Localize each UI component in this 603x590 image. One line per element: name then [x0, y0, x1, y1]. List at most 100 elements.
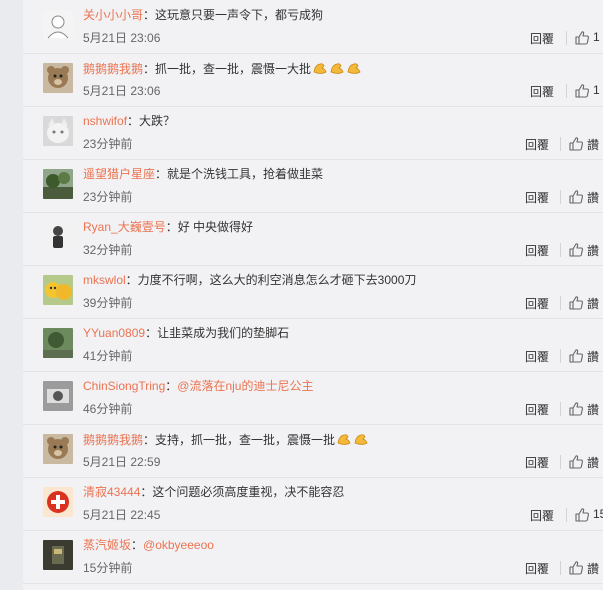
- comment-content: Ryan_大巍壹号：好 中央做得好: [83, 219, 253, 236]
- user-avatar[interactable]: [43, 434, 73, 464]
- comment-time: 15分钟前: [83, 561, 133, 575]
- comment-content: YYuan0809：让韭菜成为我们的垫脚石: [83, 325, 289, 342]
- thumbs-up-icon[interactable]: [568, 189, 584, 205]
- user-avatar[interactable]: [43, 169, 73, 199]
- like-count[interactable]: 讚: [587, 295, 599, 312]
- comment-item: 遥望猎户星座：就是个洗钱工具，抢着做韭菜 23分钟前 回覆 讚: [23, 159, 603, 213]
- user-avatar[interactable]: [43, 328, 73, 358]
- username-link[interactable]: 蒸汽姬坂: [83, 538, 131, 552]
- like-count[interactable]: 讚: [587, 189, 599, 206]
- reply-button[interactable]: 回覆: [530, 83, 554, 100]
- user-avatar[interactable]: [43, 540, 73, 570]
- comment-item: nshwifof：大跌？ 23分钟前 回覆 讚: [23, 106, 603, 160]
- comment-text: ：支持，抓一批，查一批，震慑一批: [143, 433, 336, 447]
- reply-button[interactable]: 回覆: [525, 401, 549, 418]
- mention-link[interactable]: @okbyeeeoo: [143, 538, 214, 552]
- username-link[interactable]: mkswlol: [83, 273, 126, 287]
- comment-time: 5月21日 23:06: [83, 84, 161, 98]
- like-count[interactable]: 讚: [587, 136, 599, 153]
- flexed-biceps-emoji-icon: [352, 433, 369, 447]
- thumbs-up-icon[interactable]: [568, 401, 584, 417]
- like-count[interactable]: 1: [593, 83, 600, 97]
- flexed-biceps-emoji-icon: [345, 62, 362, 76]
- user-avatar[interactable]: [43, 222, 73, 252]
- action-divider: [560, 561, 561, 575]
- username-link[interactable]: YYuan0809: [83, 326, 145, 340]
- flexed-biceps-emoji-icon: [311, 62, 328, 76]
- thumbs-up-icon[interactable]: [574, 83, 590, 99]
- thumbs-up-icon[interactable]: [574, 30, 590, 46]
- user-avatar[interactable]: [43, 487, 73, 517]
- reply-button[interactable]: 回覆: [530, 507, 554, 524]
- username-link[interactable]: 鹅鹅鹅我鹅: [83, 433, 143, 447]
- comment-item: YYuan0809：让韭菜成为我们的垫脚石 41分钟前 回覆 讚: [23, 318, 603, 372]
- comment-actions: 回覆 1: [523, 83, 603, 99]
- comment-actions: 回覆 讚: [523, 136, 603, 152]
- comment-text: ：好 中央做得好: [165, 220, 254, 234]
- user-avatar[interactable]: [43, 63, 73, 93]
- comment-text: ：抓一批，查一批，震慑一大批: [143, 62, 312, 76]
- reply-button[interactable]: 回覆: [525, 189, 549, 206]
- user-avatar[interactable]: [43, 275, 73, 305]
- like-count[interactable]: 讚: [587, 560, 599, 577]
- comment-actions: 回覆 15: [523, 507, 603, 523]
- comment-content: mkswlol：力度不行啊，这么大的利空消息怎么才砸下去3000刀: [83, 272, 416, 289]
- like-count[interactable]: 讚: [587, 401, 599, 418]
- reply-button[interactable]: 回覆: [525, 454, 549, 471]
- like-count[interactable]: 讚: [587, 242, 599, 259]
- thumbs-up-icon[interactable]: [568, 454, 584, 470]
- mention-link[interactable]: @流落在nju的迪士尼公主: [177, 379, 313, 393]
- reply-button[interactable]: 回覆: [525, 136, 549, 153]
- username-link[interactable]: nshwifof: [83, 114, 127, 128]
- comment-actions: 回覆 讚: [523, 454, 603, 470]
- comment-actions: 回覆 讚: [523, 348, 603, 364]
- like-count[interactable]: 15: [593, 507, 603, 521]
- thumbs-up-icon[interactable]: [568, 348, 584, 364]
- comment-item: 清寂43444：这个问题必须高度重视，决不能容忍 5月21日 22:45 回覆 15: [23, 477, 603, 531]
- thumbs-up-icon[interactable]: [568, 560, 584, 576]
- comment-time: 5月21日 22:45: [83, 508, 161, 522]
- username-link[interactable]: ChinSiongTring: [83, 379, 165, 393]
- action-divider: [560, 455, 561, 469]
- username-link[interactable]: Ryan_大巍壹号: [83, 220, 166, 234]
- username-link[interactable]: 关小小小哥: [83, 8, 143, 22]
- comment-text: ：力度不行啊，这么大的利空消息怎么才砸下去3000刀: [125, 273, 417, 287]
- comment-time: 39分钟前: [83, 296, 133, 310]
- comment-text: ：这个问题必须高度重视，决不能容忍: [140, 485, 345, 499]
- thumbs-up-icon[interactable]: [568, 136, 584, 152]
- reply-button[interactable]: 回覆: [525, 295, 549, 312]
- user-avatar[interactable]: [43, 381, 73, 411]
- comment-item: Ryan_大巍壹号：好 中央做得好 32分钟前 回覆 讚: [23, 212, 603, 266]
- thumbs-up-icon[interactable]: [568, 295, 584, 311]
- like-count[interactable]: 讚: [587, 454, 599, 471]
- comment-content: 清寂43444：这个问题必须高度重视，决不能容忍: [83, 484, 344, 501]
- username-link[interactable]: 清寂43444: [83, 485, 140, 499]
- comment-content: 蒸汽姬坂：@okbyeeeoo: [83, 537, 214, 554]
- comment-content: 遥望猎户星座：就是个洗钱工具，抢着做韭菜: [83, 166, 323, 183]
- action-divider: [560, 296, 561, 310]
- comment-text: ：: [131, 538, 144, 552]
- like-count[interactable]: 1: [593, 30, 600, 44]
- thumbs-up-icon[interactable]: [568, 242, 584, 258]
- user-avatar[interactable]: [43, 116, 73, 146]
- like-count[interactable]: 讚: [587, 348, 599, 365]
- reply-button[interactable]: 回覆: [525, 348, 549, 365]
- comment-item: mkswlol：力度不行啊，这么大的利空消息怎么才砸下去3000刀 39分钟前 回覆…: [23, 265, 603, 319]
- reply-button[interactable]: 回覆: [530, 30, 554, 47]
- reply-button[interactable]: 回覆: [525, 242, 549, 259]
- action-divider: [560, 190, 561, 204]
- username-link[interactable]: 鹅鹅鹅我鹅: [83, 62, 143, 76]
- comment-content: 关小小小哥：这玩意只要一声令下，都亏成狗: [83, 7, 323, 24]
- flexed-biceps-emoji-icon: [328, 62, 345, 76]
- comment-text: ：让韭菜成为我们的垫脚石: [145, 326, 290, 340]
- username-link[interactable]: 遥望猎户星座: [83, 167, 155, 181]
- comment-time: 32分钟前: [83, 243, 133, 257]
- thumbs-up-icon[interactable]: [574, 507, 590, 523]
- action-divider: [560, 243, 561, 257]
- comment-text: ：就是个洗钱工具，抢着做韭菜: [155, 167, 324, 181]
- comment-time: 23分钟前: [83, 137, 133, 151]
- comment-content: 鹅鹅鹅我鹅：支持，抓一批，查一批，震慑一批: [83, 431, 369, 449]
- comment-time: 23分钟前: [83, 190, 133, 204]
- user-avatar[interactable]: [43, 10, 73, 40]
- reply-button[interactable]: 回覆: [525, 560, 549, 577]
